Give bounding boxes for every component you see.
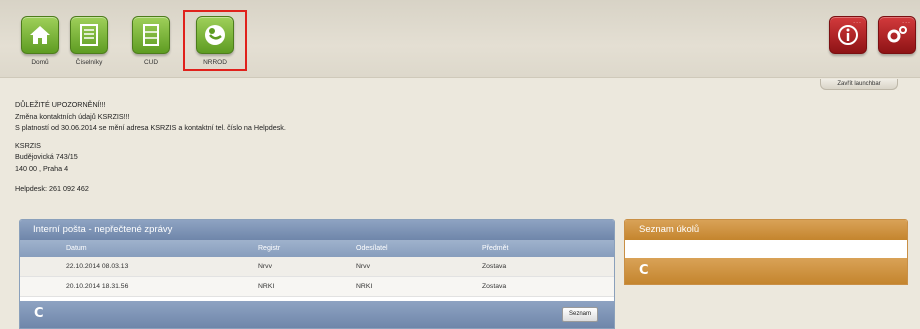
- column-header[interactable]: Předmět: [482, 240, 508, 257]
- notice-line: KSRZIS: [15, 140, 41, 150]
- panel-title: Interní pošta - nepřečtené zprávy: [20, 220, 614, 240]
- column-header[interactable]: Registr: [258, 240, 280, 257]
- tile-cud[interactable]: CUD: [123, 16, 179, 66]
- home-icon: [21, 16, 59, 54]
- seznam-button[interactable]: Seznam: [562, 307, 598, 322]
- cell-date: 22.10.2014 08.03.13: [66, 263, 129, 270]
- cell-subject: Zostava: [482, 263, 507, 270]
- tile-domu[interactable]: Domů: [12, 16, 68, 66]
- tile-dots: ...: [902, 18, 911, 25]
- settings-tile[interactable]: ...: [878, 16, 916, 54]
- notice-line: Helpdesk: 261 092 462: [15, 184, 89, 193]
- panel-footer: C: [625, 258, 907, 284]
- cell-registry: Nrvv: [258, 263, 272, 270]
- cell-date: 20.10.2014 18.31.56: [66, 283, 129, 290]
- cabinet-icon: [132, 16, 170, 54]
- notice-heading: DŮLEŽITÉ UPOZORNĚNÍ!!!: [15, 100, 106, 109]
- info-tile[interactable]: ...: [829, 16, 867, 54]
- cell-sender: NRKI: [356, 283, 373, 290]
- tile-label: Číselníky: [75, 59, 103, 66]
- mother-child-icon: [196, 16, 234, 54]
- table-row[interactable]: 20.10.2014 18.31.56 NRKI NRKI Zostava: [20, 277, 614, 297]
- cell-subject: Zostava: [482, 283, 507, 290]
- info-icon: [838, 25, 858, 45]
- tile-label: CUD: [143, 59, 159, 66]
- gears-icon: [887, 26, 907, 43]
- panel-footer: C Seznam: [20, 301, 614, 328]
- table-row[interactable]: 22.10.2014 08.03.13 Nrvv Nrvv Zostava: [20, 257, 614, 277]
- book-icon: [70, 16, 108, 54]
- notice-line: Budějovická 743/15: [15, 152, 78, 161]
- column-header[interactable]: Datum: [66, 240, 87, 257]
- column-header[interactable]: Odesílatel: [356, 240, 388, 257]
- task-list-panel: Seznam úkolů C: [624, 219, 908, 285]
- tile-label: Domů: [31, 59, 49, 66]
- notice-line: S platností od 30.06.2014 se mění adresa…: [15, 123, 286, 132]
- tile-nrrod[interactable]: NRROD: [187, 16, 243, 66]
- refresh-icon[interactable]: C: [34, 306, 44, 321]
- internal-mail-panel: Interní pošta - nepřečtené zprávy Datum …: [19, 219, 615, 329]
- notice: DŮLEŽITÉ UPOZORNĚNÍ!!! Změna kontaktních…: [15, 99, 286, 195]
- launchbar: Domů Číselníky CUD NRROD ... ...: [0, 0, 920, 78]
- cell-sender: Nrvv: [356, 263, 370, 270]
- tile-ciselniky[interactable]: Číselníky: [61, 16, 117, 66]
- notice-line: 140 00 , Praha 4: [15, 163, 69, 173]
- panel-title: Seznam úkolů: [625, 220, 907, 240]
- close-launchbar-button[interactable]: Zavřít launchbar: [820, 79, 898, 90]
- table-header: Datum Registr Odesílatel Předmět: [20, 240, 614, 257]
- tile-label: NRROD: [203, 59, 227, 66]
- notice-line: Změna kontaktních údajů KSRZIS!!!: [15, 111, 130, 121]
- tile-dots: ...: [853, 18, 862, 25]
- refresh-icon[interactable]: C: [639, 263, 649, 278]
- cell-registry: NRKI: [258, 283, 275, 290]
